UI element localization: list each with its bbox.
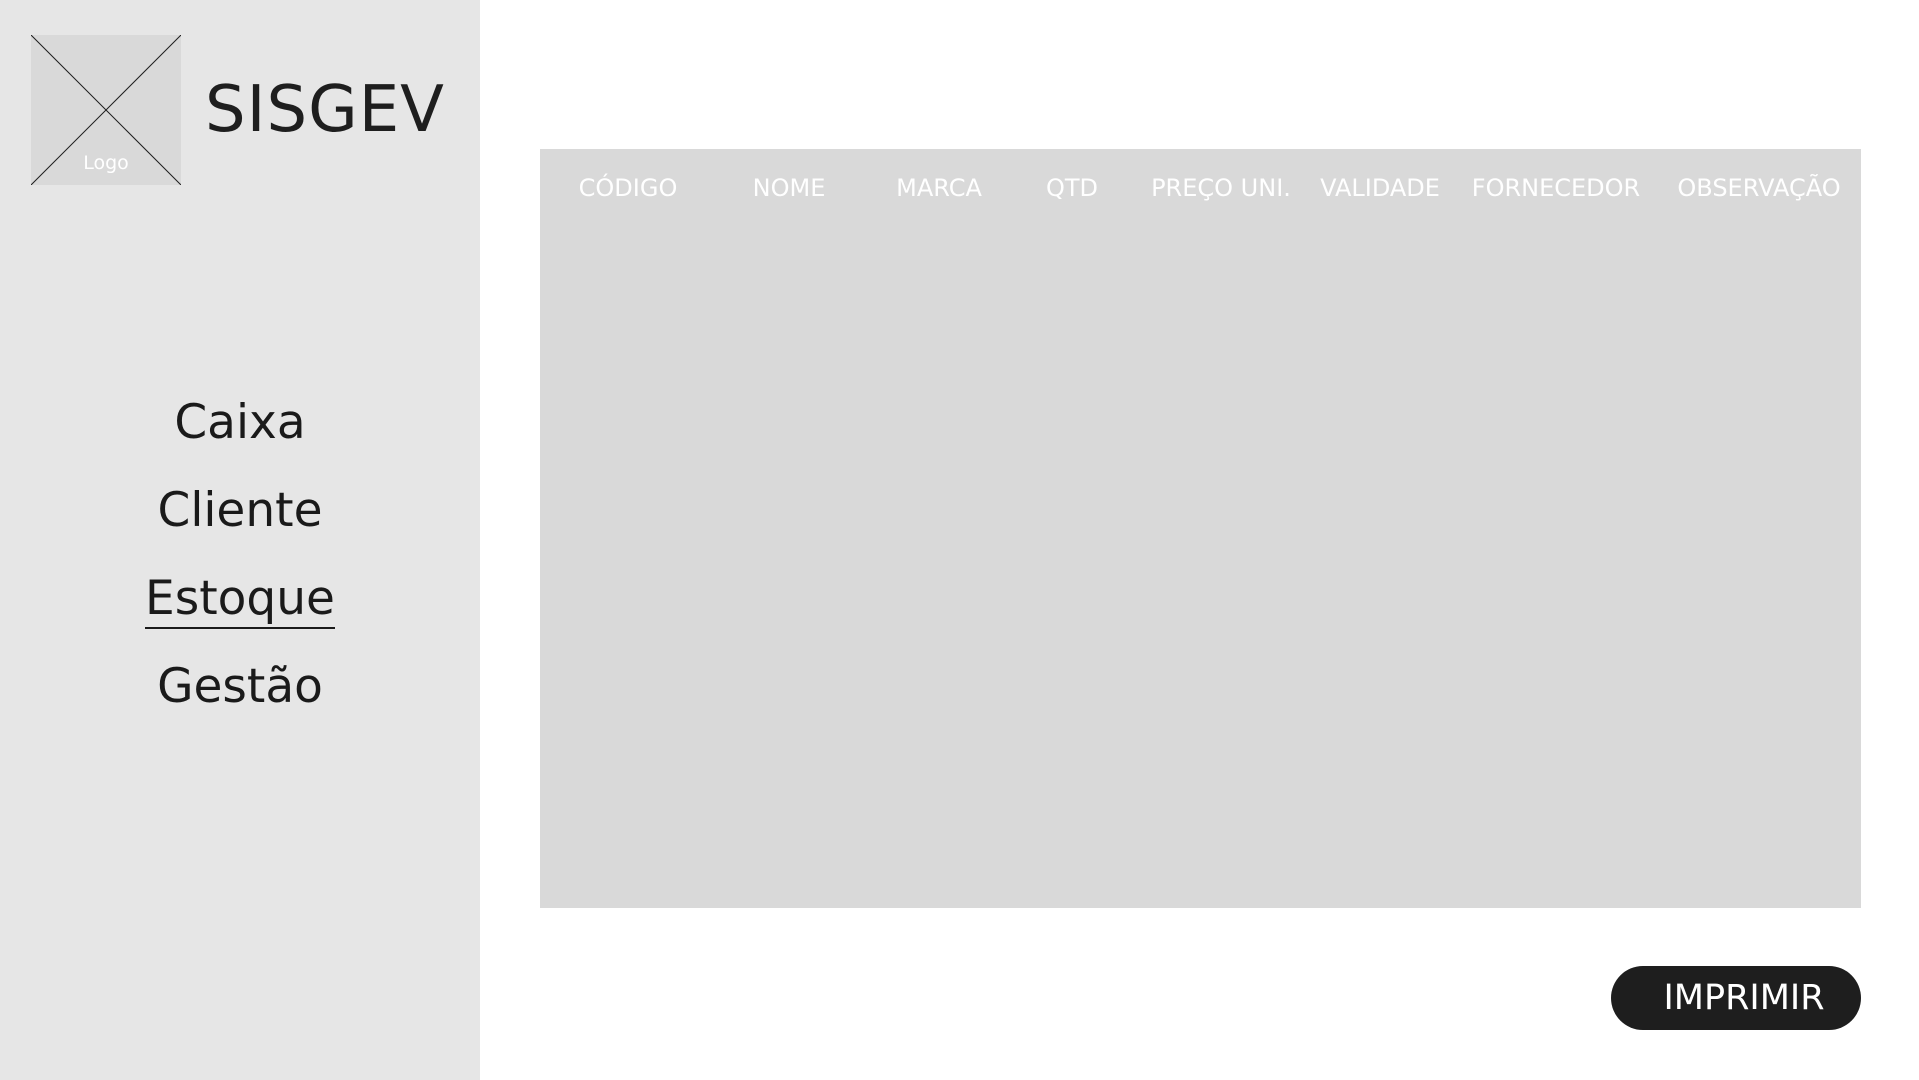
column-header-qtd[interactable]: QTD [1046, 173, 1098, 203]
column-header-observacao[interactable]: OBSERVAÇÃO [1677, 173, 1840, 203]
nav-item-label: Estoque [145, 573, 335, 629]
nav-item-cliente[interactable]: Cliente [0, 473, 480, 561]
stock-table: CÓDIGO NOME MARCA QTD PREÇO UNI. VALIDAD… [540, 149, 1861, 908]
column-header-validade[interactable]: VALIDADE [1320, 173, 1440, 203]
print-button[interactable]: IMPRIMIR [1611, 966, 1861, 1030]
column-header-nome[interactable]: NOME [753, 173, 826, 203]
brand-title: SISGEV [205, 73, 445, 147]
nav-item-estoque[interactable]: Estoque [0, 561, 480, 649]
sidebar: Logo SISGEV Caixa Cliente Estoque Gestão [0, 0, 480, 1080]
column-header-marca[interactable]: MARCA [896, 173, 982, 203]
logo-placeholder: Logo [31, 35, 181, 185]
nav-item-label: Caixa [174, 395, 306, 450]
nav-item-label: Cliente [157, 483, 323, 538]
nav-item-label: Gestão [157, 659, 323, 714]
nav-item-gestao[interactable]: Gestão [0, 649, 480, 737]
nav-item-caixa[interactable]: Caixa [0, 385, 480, 473]
column-header-preco-uni[interactable]: PREÇO UNI. [1151, 173, 1291, 203]
app-window: Logo SISGEV Caixa Cliente Estoque Gestão… [0, 0, 1919, 1080]
sidebar-nav: Caixa Cliente Estoque Gestão [0, 385, 480, 737]
column-header-fornecedor[interactable]: FORNECEDOR [1472, 173, 1640, 203]
table-header: CÓDIGO NOME MARCA QTD PREÇO UNI. VALIDAD… [540, 173, 1861, 203]
column-header-codigo[interactable]: CÓDIGO [579, 173, 678, 203]
logo-label: Logo [83, 152, 129, 174]
